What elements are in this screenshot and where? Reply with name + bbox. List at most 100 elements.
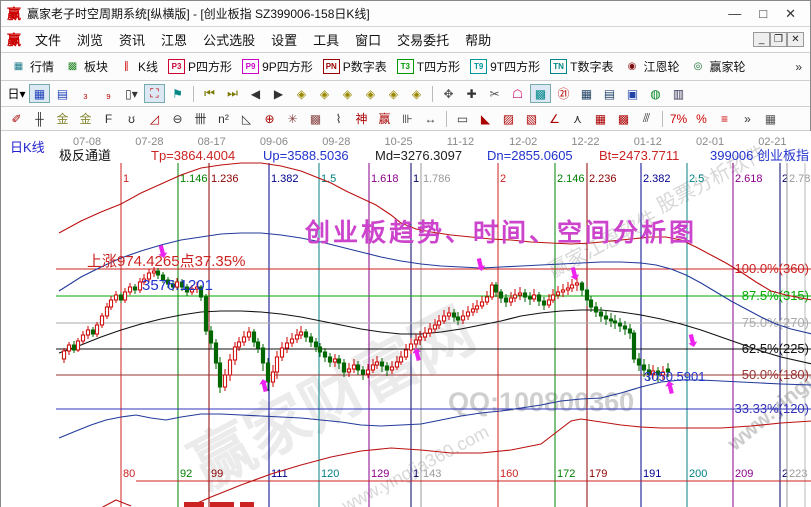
- mdi-minimize-button[interactable]: _: [753, 32, 770, 47]
- minimize-button[interactable]: —: [728, 6, 741, 22]
- report-icon[interactable]: ▤: [599, 84, 620, 103]
- 9t-square-button[interactable]: T99T四方形: [465, 56, 545, 77]
- menu-设置[interactable]: 设置: [263, 28, 305, 51]
- diamond-both-icon[interactable]: ◈: [337, 84, 358, 103]
- hand-tool-icon[interactable]: ✥: [438, 84, 459, 103]
- gold-grid-1-icon[interactable]: 金: [52, 109, 73, 128]
- menu-交易委托[interactable]: 交易委托: [389, 28, 457, 51]
- kline-mode-icon[interactable]: ⛶: [144, 84, 165, 103]
- p-table-button[interactable]: PNP数字表: [318, 56, 392, 77]
- workstation-icon[interactable]: ▥: [668, 84, 689, 103]
- menu-窗口[interactable]: 窗口: [347, 28, 389, 51]
- menu-江恩[interactable]: 江恩: [153, 28, 195, 51]
- quotes-button[interactable]: ▦行情: [5, 56, 59, 77]
- sectors-button[interactable]: ▩板块: [59, 56, 113, 77]
- diamond-expand-icon[interactable]: ◈: [360, 84, 381, 103]
- maze-pattern-icon[interactable]: ▩: [530, 84, 551, 103]
- win-tool-icon[interactable]: 赢: [374, 109, 395, 128]
- candle-body: [86, 330, 89, 335]
- menu-资讯[interactable]: 资讯: [111, 28, 153, 51]
- percent-icon[interactable]: %: [691, 109, 712, 128]
- slant-lines-icon[interactable]: ⫻: [636, 109, 657, 128]
- percent-7-icon[interactable]: 7%: [668, 109, 689, 128]
- gann-grid-1-icon[interactable]: ╫: [29, 109, 50, 128]
- n-square-icon[interactable]: n²: [213, 109, 234, 128]
- next-bar-icon[interactable]: ▶: [268, 84, 289, 103]
- globe-tool-icon[interactable]: ◍: [645, 84, 666, 103]
- shen-tool-icon[interactable]: 神: [351, 109, 372, 128]
- vline-bar-label: 92: [180, 468, 192, 480]
- menu-帮助[interactable]: 帮助: [457, 28, 499, 51]
- candle-body: [280, 348, 283, 357]
- kline-3-icon[interactable]: ₃: [75, 84, 96, 103]
- circle-ruler-icon[interactable]: ⊖: [167, 109, 188, 128]
- angle-lines-icon[interactable]: ∠: [544, 109, 565, 128]
- gann-wheel-button[interactable]: ◉江恩轮: [618, 56, 684, 77]
- diamond-full-icon[interactable]: ◈: [406, 84, 427, 103]
- first-bar-icon[interactable]: ⏮: [199, 84, 220, 103]
- tick-marks-icon[interactable]: ⌇: [328, 109, 349, 128]
- candle-body: [67, 345, 70, 351]
- 9p-square-button[interactable]: P99P四方形: [237, 56, 318, 77]
- 9t-square-icon: T9: [470, 59, 487, 74]
- diamond-right-icon[interactable]: ◈: [314, 84, 335, 103]
- kline-9-icon[interactable]: ₉: [98, 84, 119, 103]
- p-square-button[interactable]: P3P四方形: [163, 56, 237, 77]
- wedge-icon[interactable]: ◺: [236, 109, 257, 128]
- gold-grid-2-icon[interactable]: 金: [75, 109, 96, 128]
- gann-head-icon[interactable]: ☖: [507, 84, 528, 103]
- fib-f-icon[interactable]: F: [98, 109, 119, 128]
- square-grid-icon[interactable]: ▩: [305, 109, 326, 128]
- zigzag-icon[interactable]: ⋏: [567, 109, 588, 128]
- spiral-icon[interactable]: ʊ: [121, 109, 142, 128]
- overflow-icon[interactable]: »: [737, 109, 758, 128]
- fan-lines-icon[interactable]: ◣: [475, 109, 496, 128]
- flag-chart-icon[interactable]: ⚑: [167, 84, 188, 103]
- toolbar-overflow-button[interactable]: »: [795, 60, 806, 74]
- mdi-close-button[interactable]: ✕: [787, 32, 804, 47]
- red-grid-2-icon[interactable]: ▩: [613, 109, 634, 128]
- h-arrows-icon[interactable]: ↔: [420, 109, 441, 128]
- rect-tool-icon[interactable]: ▭: [452, 109, 473, 128]
- period-day-dropdown-icon[interactable]: 日▾: [6, 84, 27, 103]
- bar-count-icon[interactable]: 卌: [190, 109, 211, 128]
- save-icon[interactable]: ▣: [622, 84, 643, 103]
- menu-浏览[interactable]: 浏览: [69, 28, 111, 51]
- ruler-123-icon[interactable]: ⊪: [397, 109, 418, 128]
- hatch-box-1-icon[interactable]: ▨: [498, 109, 519, 128]
- candle-style-dropdown-icon[interactable]: ▯▾: [121, 84, 142, 103]
- maximize-button[interactable]: □: [759, 6, 767, 22]
- hatch-box-2-icon[interactable]: ▧: [521, 109, 542, 128]
- prev-bar-icon[interactable]: ◀: [245, 84, 266, 103]
- right-grid-icon[interactable]: ▦: [760, 109, 781, 128]
- menu-文件[interactable]: 文件: [27, 28, 69, 51]
- diamond-left-icon[interactable]: ◈: [291, 84, 312, 103]
- angle-ruler-icon[interactable]: ◿: [144, 109, 165, 128]
- crosshair-tool-icon[interactable]: ✚: [461, 84, 482, 103]
- menu-工具[interactable]: 工具: [305, 28, 347, 51]
- t-table-button[interactable]: TNT数字表: [545, 56, 618, 77]
- grid-view-icon[interactable]: ▦: [29, 84, 50, 103]
- target-icon[interactable]: ⊕: [259, 109, 280, 128]
- calendar-21-icon[interactable]: ㉑: [553, 84, 574, 103]
- percent-lines-icon[interactable]: ≡: [714, 109, 735, 128]
- diamond-compress-icon[interactable]: ◈: [383, 84, 404, 103]
- mdi-restore-button[interactable]: ❐: [770, 32, 787, 47]
- close-button[interactable]: ✕: [785, 6, 796, 22]
- last-bar-icon[interactable]: ⏭: [222, 84, 243, 103]
- chart-canvas[interactable]: 赢家财富网赢家江恩软件股票分析软件www.yingjia360.comwww.y…: [1, 131, 811, 507]
- measure-tool-icon[interactable]: ✂: [484, 84, 505, 103]
- note-view-icon[interactable]: ▤: [52, 84, 73, 103]
- red-grid-1-icon[interactable]: ▦: [590, 109, 611, 128]
- chart-area[interactable]: 日K线 赢家财富网赢家江恩软件股票分析软件www.yingjia360.comw…: [1, 131, 811, 507]
- kline-button[interactable]: ∥K线: [113, 56, 163, 77]
- vline-ratio-label: 1: [413, 173, 419, 185]
- calculator-icon[interactable]: ▦: [576, 84, 597, 103]
- t-square-button[interactable]: T3T四方形: [392, 56, 465, 77]
- menu-公式选股[interactable]: 公式选股: [195, 28, 263, 51]
- vline-bar-label: 120: [321, 468, 339, 480]
- candle-body: [423, 333, 426, 337]
- winner-wheel-button[interactable]: ◎赢家轮: [684, 56, 750, 77]
- draw-pen-icon[interactable]: ✐: [6, 109, 27, 128]
- star-burst-icon[interactable]: ✳: [282, 109, 303, 128]
